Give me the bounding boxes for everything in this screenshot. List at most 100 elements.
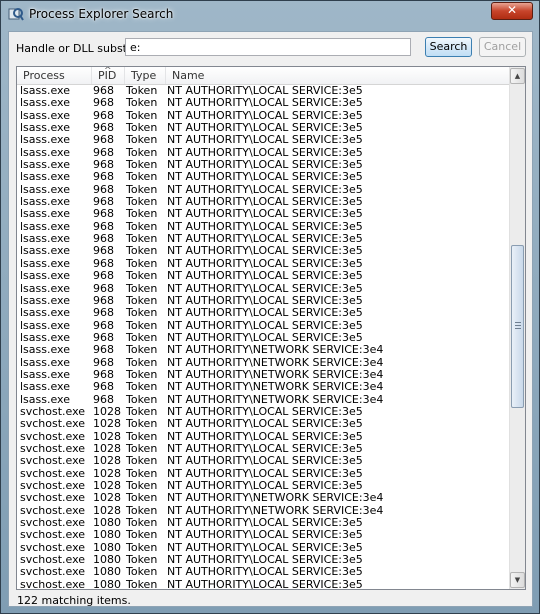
cell-process: lsass.exe (20, 355, 70, 369)
table-row[interactable]: svchost.exe 1028 Token NT AUTHORITY\LOCAL S… (17, 418, 510, 430)
cell-type: Token (126, 404, 158, 418)
cell-process: lsass.exe (20, 133, 70, 147)
cell-type: Token (126, 244, 158, 258)
table-row[interactable]: svchost.exe 1080 Token NT AUTHORITY\LOCAL S… (17, 566, 510, 578)
cell-name: NT AUTHORITY\LOCAL SERVICE:3e5 (167, 133, 363, 147)
cell-type: Token (126, 441, 158, 455)
cell-pid: 968 (93, 108, 114, 122)
cell-type: Token (126, 84, 158, 97)
cell-name: NT AUTHORITY\NETWORK SERVICE:3e4 (167, 392, 384, 406)
cell-process: svchost.exe (20, 540, 86, 554)
vertical-scrollbar[interactable]: ▲ ▼ (509, 67, 525, 589)
cell-type: Token (126, 219, 158, 233)
status-text: 122 matching items. (17, 594, 131, 607)
table-row[interactable]: svchost.exe 1028 Token NT AUTHORITY\NETWORK… (17, 492, 510, 504)
table-row[interactable]: lsass.exe 968 Token NT AUTHORITY\LOCAL SERV… (17, 307, 510, 319)
cell-name: NT AUTHORITY\LOCAL SERVICE:3e5 (167, 540, 363, 554)
cell-process: svchost.exe (20, 454, 86, 468)
table-row[interactable]: lsass.exe 968 Token NT AUTHORITY\LOCAL SERV… (17, 171, 510, 183)
table-row[interactable]: lsass.exe 968 Token NT AUTHORITY\NETWORK SE… (17, 381, 510, 393)
cell-name: NT AUTHORITY\NETWORK SERVICE:3e4 (167, 503, 384, 517)
cell-pid: 968 (93, 96, 114, 110)
table-row[interactable]: lsass.exe 968 Token NT AUTHORITY\LOCAL SERV… (17, 97, 510, 109)
cell-process: lsass.exe (20, 232, 70, 246)
cell-name: NT AUTHORITY\LOCAL SERVICE:3e5 (167, 429, 363, 443)
client-area: Handle or DLL substring: Search Cancel P… (8, 31, 533, 607)
cell-type: Token (126, 145, 158, 159)
cell-pid: 968 (93, 182, 114, 196)
cell-name: NT AUTHORITY\LOCAL SERVICE:3e5 (167, 108, 363, 122)
cell-type: Token (126, 516, 158, 530)
cell-process: svchost.exe (20, 441, 86, 455)
grip-icon (515, 322, 521, 330)
cell-type: Token (126, 293, 158, 307)
cell-type: Token (126, 330, 158, 344)
cell-process: lsass.exe (20, 293, 70, 307)
cell-name: NT AUTHORITY\LOCAL SERVICE:3e5 (167, 219, 363, 233)
cell-process: lsass.exe (20, 182, 70, 196)
cell-pid: 968 (93, 380, 114, 394)
cell-process: svchost.exe (20, 491, 86, 505)
cell-pid: 1028 (93, 503, 121, 517)
cell-pid: 968 (93, 269, 114, 283)
cell-type: Token (126, 121, 158, 135)
cell-name: NT AUTHORITY\LOCAL SERVICE:3e5 (167, 553, 363, 567)
column-header-process[interactable]: Process (17, 67, 92, 84)
table-row[interactable]: lsass.exe 968 Token NT AUTHORITY\LOCAL SERV… (17, 245, 510, 257)
column-header: Process ^ PID Type Name (17, 67, 510, 85)
table-row[interactable]: svchost.exe 1080 Token NT AUTHORITY\LOCAL S… (17, 529, 510, 541)
cell-type: Token (126, 553, 158, 567)
column-header-type[interactable]: Type (125, 67, 166, 84)
cell-pid: 1080 (93, 516, 121, 530)
cell-type: Token (126, 355, 158, 369)
cell-pid: 968 (93, 367, 114, 381)
table-row[interactable]: svchost.exe 1080 Token NT AUTHORITY\LOCAL S… (17, 578, 510, 589)
column-header-name[interactable]: Name (166, 67, 510, 84)
cell-pid: 968 (93, 330, 114, 344)
cancel-button[interactable]: Cancel (479, 37, 526, 57)
table-row[interactable]: lsass.exe 968 Token NT AUTHORITY\LOCAL SERV… (17, 281, 510, 295)
table-row[interactable]: svchost.exe 1028 Token NT AUTHORITY\LOCAL S… (17, 455, 510, 467)
cell-process: svchost.exe (20, 503, 86, 517)
cell-name: NT AUTHORITY\LOCAL SERVICE:3e5 (167, 170, 363, 184)
cell-pid: 968 (93, 343, 114, 357)
cell-process: lsass.exe (20, 343, 70, 357)
cell-pid: 968 (93, 219, 114, 233)
search-button[interactable]: Search (425, 37, 472, 57)
search-row: Handle or DLL substring: Search Cancel (9, 32, 532, 62)
cell-process: lsass.exe (20, 219, 70, 233)
table-row[interactable]: lsass.exe 968 Token NT AUTHORITY\LOCAL SERV… (17, 134, 510, 146)
cell-process: svchost.exe (20, 429, 86, 443)
cell-name: NT AUTHORITY\LOCAL SERVICE:3e5 (167, 330, 363, 344)
table-row[interactable]: lsass.exe 968 Token NT AUTHORITY\NETWORK SE… (17, 344, 510, 356)
column-header-label: Process (23, 69, 65, 82)
cell-pid: 968 (93, 355, 114, 369)
cell-pid: 968 (93, 256, 114, 270)
table-row[interactable]: lsass.exe 968 Token NT AUTHORITY\LOCAL SERV… (17, 208, 510, 220)
cell-type: Token (126, 491, 158, 505)
results-list[interactable]: Process ^ PID Type Name lsass.exe 968 Toke… (16, 66, 526, 590)
cell-name: NT AUTHORITY\LOCAL SERVICE:3e5 (167, 158, 363, 172)
cell-name: NT AUTHORITY\LOCAL SERVICE:3e5 (167, 195, 363, 209)
cell-type: Token (126, 281, 158, 295)
scroll-thumb[interactable] (511, 245, 524, 408)
scroll-up-button[interactable]: ▲ (510, 68, 525, 84)
cell-pid: 968 (93, 195, 114, 209)
cell-pid: 968 (93, 281, 114, 295)
cell-type: Token (126, 540, 158, 554)
table-row[interactable]: lsass.exe 968 Token NT AUTHORITY\LOCAL SERV… (17, 270, 510, 282)
cell-process: lsass.exe (20, 108, 70, 122)
cell-process: lsass.exe (20, 145, 70, 159)
cell-name: NT AUTHORITY\LOCAL SERVICE:3e5 (167, 145, 363, 159)
cell-name: NT AUTHORITY\NETWORK SERVICE:3e4 (167, 355, 384, 369)
scroll-down-button[interactable]: ▼ (510, 572, 525, 588)
close-button[interactable]: ✕ (491, 2, 533, 20)
cell-type: Token (126, 133, 158, 147)
cell-type: Token (126, 195, 158, 209)
cell-process: svchost.exe (20, 553, 86, 567)
title-bar[interactable]: Process Explorer Search ✕ (1, 1, 539, 27)
cell-pid: 1028 (93, 479, 121, 492)
column-header-pid[interactable]: ^ PID (92, 67, 125, 84)
cell-process: lsass.exe (20, 392, 70, 406)
search-input[interactable] (125, 38, 411, 56)
